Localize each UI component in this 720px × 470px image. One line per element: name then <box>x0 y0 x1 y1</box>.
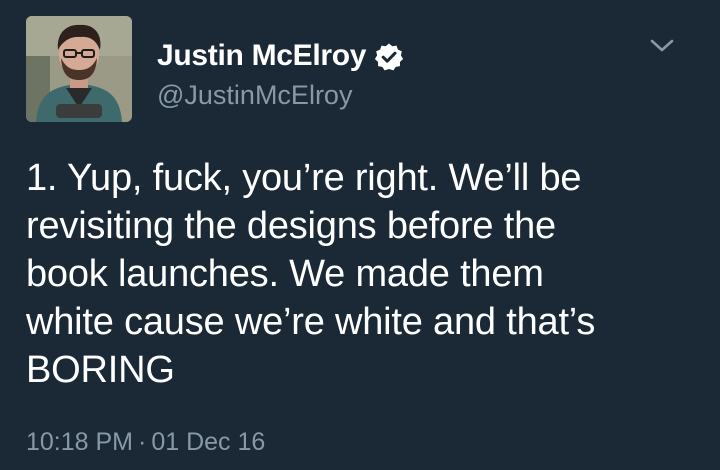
author-name-row: Justin McElroy <box>157 36 404 76</box>
author-handle[interactable]: @JustinMcElroy <box>157 80 352 111</box>
tweet-text-line: BORING <box>26 349 175 391</box>
tweet-date: 01 Dec 16 <box>151 428 266 456</box>
verified-badge-icon <box>374 42 404 72</box>
tweet-text: 1. Yup, fuck, you’re right. We’ll be rev… <box>26 154 706 394</box>
avatar[interactable] <box>26 16 132 122</box>
tweet-card: Justin McElroy @JustinMcElroy 1. Yup, fu… <box>0 0 720 470</box>
chevron-down-icon[interactable] <box>645 32 679 60</box>
tweet-text-line: white cause we’re white and that’s <box>26 301 596 343</box>
tweet-time: 10:18 PM <box>26 428 134 456</box>
avatar-image <box>26 16 132 122</box>
timestamp-separator: · <box>138 428 147 456</box>
tweet-text-line: 1. Yup, fuck, you’re right. We’ll be <box>26 157 582 199</box>
tweet-timestamp[interactable]: 10:18 PM · 01 Dec 16 <box>26 428 265 457</box>
tweet-text-line: book launches. We made them <box>26 253 544 295</box>
author-display-name[interactable]: Justin McElroy <box>157 39 366 73</box>
tweet-text-line: revisiting the designs before the <box>26 205 556 247</box>
